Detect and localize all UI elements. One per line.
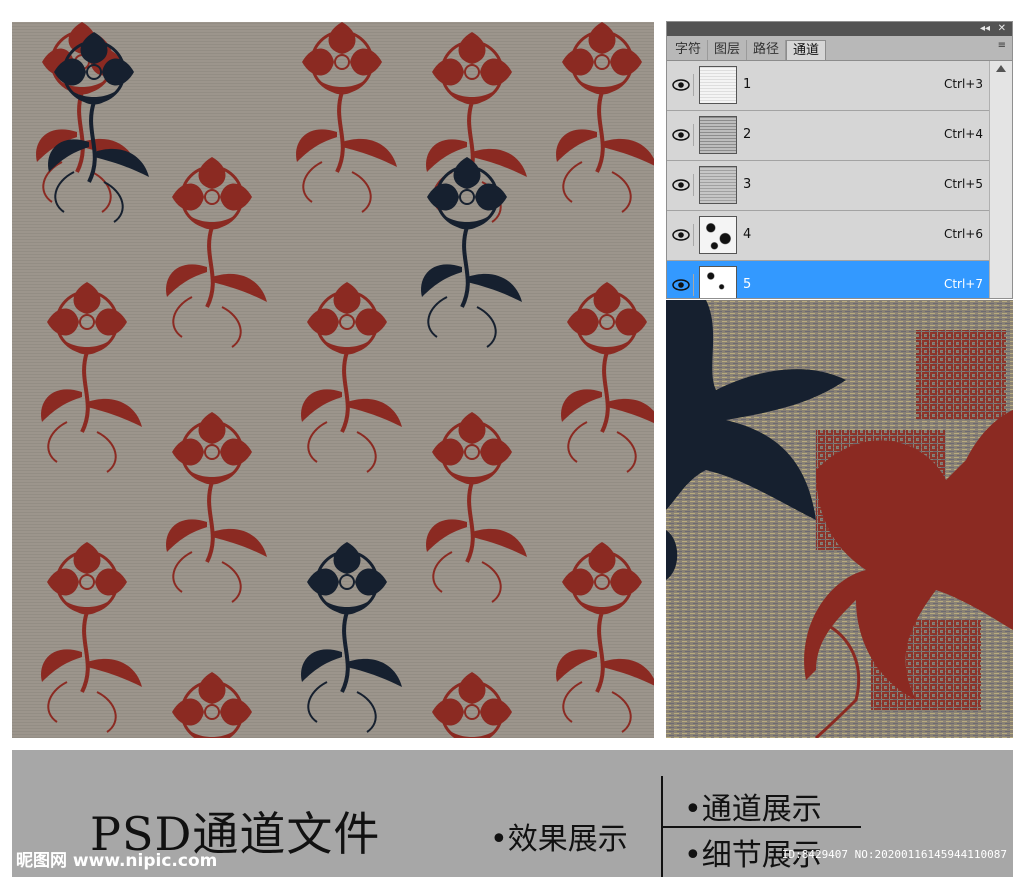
panel-scrollbar[interactable]: [989, 61, 1012, 298]
watermark-site: 昵图网 www.nipic.com: [16, 851, 218, 871]
channel-name: 3: [743, 177, 752, 192]
panel-tabs: 字符 图层 路径 通道 ≡: [667, 36, 1012, 61]
channel-shortcut: Ctrl+6: [943, 227, 983, 241]
channel-name: 2: [743, 127, 752, 142]
tab-paths[interactable]: 路径: [747, 40, 787, 60]
eye-icon[interactable]: [671, 174, 694, 196]
channel-row-2[interactable]: 2 Ctrl+4: [667, 111, 991, 161]
channels-panel: ◂◂ ✕ 字符 图层 路径 通道 ≡ 1 Ctrl+3 2 Ctrl+4 3 C…: [666, 21, 1013, 299]
channel-thumbnail: [699, 166, 737, 204]
channel-name: 4: [743, 227, 752, 242]
channel-thumbnail: [699, 216, 737, 254]
channel-thumbnail: [699, 66, 737, 104]
eye-icon[interactable]: [671, 124, 694, 146]
channel-shortcut: Ctrl+3: [943, 77, 983, 91]
tab-character[interactable]: 字符: [669, 40, 709, 60]
watermark-id: ID:8429407 NO:20200116145944110087: [781, 848, 1007, 861]
scroll-up-icon[interactable]: [996, 65, 1006, 72]
channel-row-3[interactable]: 3 Ctrl+5: [667, 161, 991, 211]
tab-layers[interactable]: 图层: [708, 40, 748, 60]
channel-name: 1: [743, 77, 752, 92]
tab-channels[interactable]: 通道: [786, 40, 827, 60]
panel-menu-icon[interactable]: ≡: [998, 40, 1006, 51]
channel-row-4[interactable]: 4 Ctrl+6: [667, 211, 991, 261]
detail-zoom-image: [666, 300, 1013, 738]
caption-channel-label: •通道展示: [684, 792, 822, 827]
channel-thumbnail: [699, 116, 737, 154]
collapse-icon[interactable]: ◂◂: [980, 22, 990, 36]
eye-icon[interactable]: [671, 274, 694, 296]
panel-titlebar: ◂◂ ✕: [667, 22, 1012, 36]
channel-thumbnail: [699, 266, 737, 298]
channel-shortcut: Ctrl+5: [943, 177, 983, 191]
channel-row-1[interactable]: 1 Ctrl+3: [667, 61, 991, 111]
channel-list: 1 Ctrl+3 2 Ctrl+4 3 Ctrl+5 4 Ctrl+6 5 Ct…: [667, 61, 991, 298]
close-icon[interactable]: ✕: [998, 22, 1006, 36]
channel-name: 5: [743, 277, 752, 292]
channel-row-5[interactable]: 5 Ctrl+7: [667, 261, 991, 298]
pattern-effect-image: [12, 22, 654, 738]
caption-bar: PSD通道文件 •效果展示 •通道展示 •细节展示 昵图网 www.nipic.…: [12, 750, 1013, 877]
eye-icon[interactable]: [671, 74, 694, 96]
eye-icon[interactable]: [671, 224, 694, 246]
channel-shortcut: Ctrl+7: [943, 277, 983, 291]
channel-shortcut: Ctrl+4: [943, 127, 983, 141]
caption-effect-label: •效果展示: [490, 822, 628, 857]
